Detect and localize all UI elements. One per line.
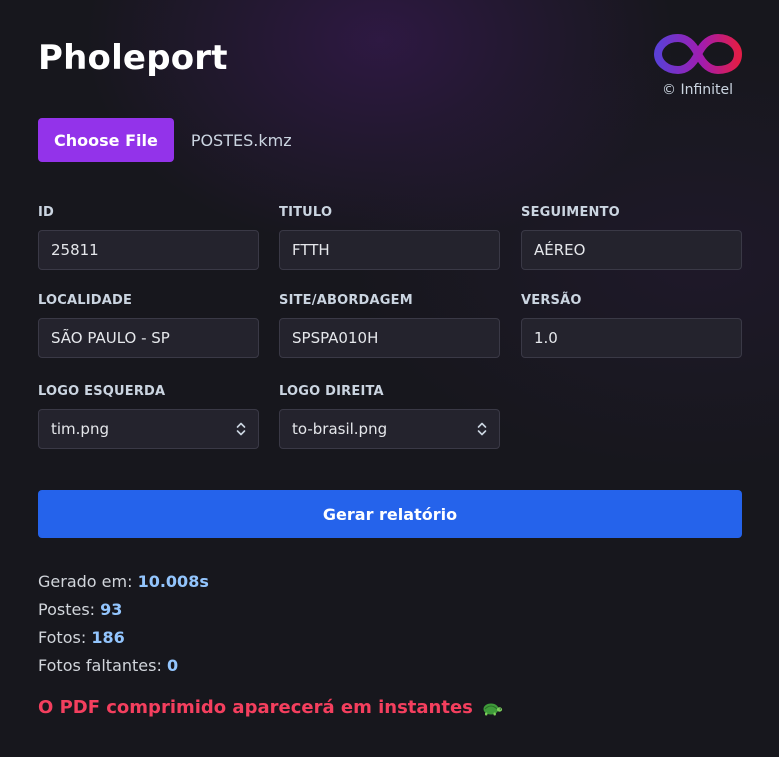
field-label: TITULO [279,205,333,220]
select-arrows-icon [236,422,246,436]
field-label: LOGO ESQUERDA [38,384,166,399]
field-versao: VERSÃO 1.0 [521,293,742,358]
localidade-input[interactable]: SÃO PAULO - SP [38,318,259,358]
stat-label: Gerado em: [38,572,133,591]
titulo-input[interactable]: FTTH [279,230,500,270]
stat-label: Postes: [38,600,96,619]
field-id: ID 25811 [38,205,259,270]
stat-value: 93 [100,600,123,619]
generate-report-button[interactable]: Gerar relatório [38,490,742,538]
stat-value: 0 [166,656,179,675]
notice-text: O PDF comprimido aparecerá em instantes [38,697,473,718]
choose-file-button[interactable]: Choose File [38,118,174,162]
infinitel-logo-icon [654,34,742,74]
selected-file-name: POSTES.kmz [190,130,292,150]
stat-generated: Gerado em: 10.008s [38,568,209,596]
field-label: LOCALIDADE [38,293,133,308]
select-value: tim.png [51,420,109,438]
field-seguimento: SEGUIMENTO AÉREO [521,205,742,270]
field-titulo: TITULO FTTH [279,205,500,270]
seguimento-input[interactable]: AÉREO [521,230,742,270]
field-logo-esquerda: LOGO ESQUERDA tim.png [38,384,259,449]
turtle-icon [483,703,502,715]
pdf-notice: O PDF comprimido aparecerá em instantes [38,697,503,718]
stat-label: Fotos faltantes: [38,656,162,675]
brand-logo: © Infinitel [652,32,744,102]
stat-postes: Postes: 93 [38,596,209,624]
select-value: to-brasil.png [292,420,388,438]
stat-value: 10.008s [137,572,209,591]
stat-fotos: Fotos: 186 [38,624,209,652]
page-title: Pholeport [38,38,228,78]
logo-esquerda-select[interactable]: tim.png [38,409,259,449]
field-label: SITE/ABORDAGEM [279,293,413,308]
field-label: ID [38,205,55,220]
field-label: LOGO DIREITA [279,384,384,399]
field-site: SITE/ABORDAGEM SPSPA010H [279,293,500,358]
stat-label: Fotos: [38,628,87,647]
field-logo-direita: LOGO DIREITA to-brasil.png [279,384,500,449]
field-label: SEGUIMENTO [521,205,620,220]
versao-input[interactable]: 1.0 [521,318,742,358]
select-arrows-icon [477,422,487,436]
stat-value: 186 [91,628,125,647]
logo-direita-select[interactable]: to-brasil.png [279,409,500,449]
field-localidade: LOCALIDADE SÃO PAULO - SP [38,293,259,358]
id-input[interactable]: 25811 [38,230,259,270]
file-upload: Choose File POSTES.kmz [38,118,292,162]
field-label: VERSÃO [521,293,582,308]
brand-copyright: © Infinitel [662,82,734,98]
site-input[interactable]: SPSPA010H [279,318,500,358]
report-stats: Gerado em: 10.008s Postes: 93 Fotos: 186… [38,568,209,680]
stat-fotos-faltantes: Fotos faltantes: 0 [38,652,209,680]
